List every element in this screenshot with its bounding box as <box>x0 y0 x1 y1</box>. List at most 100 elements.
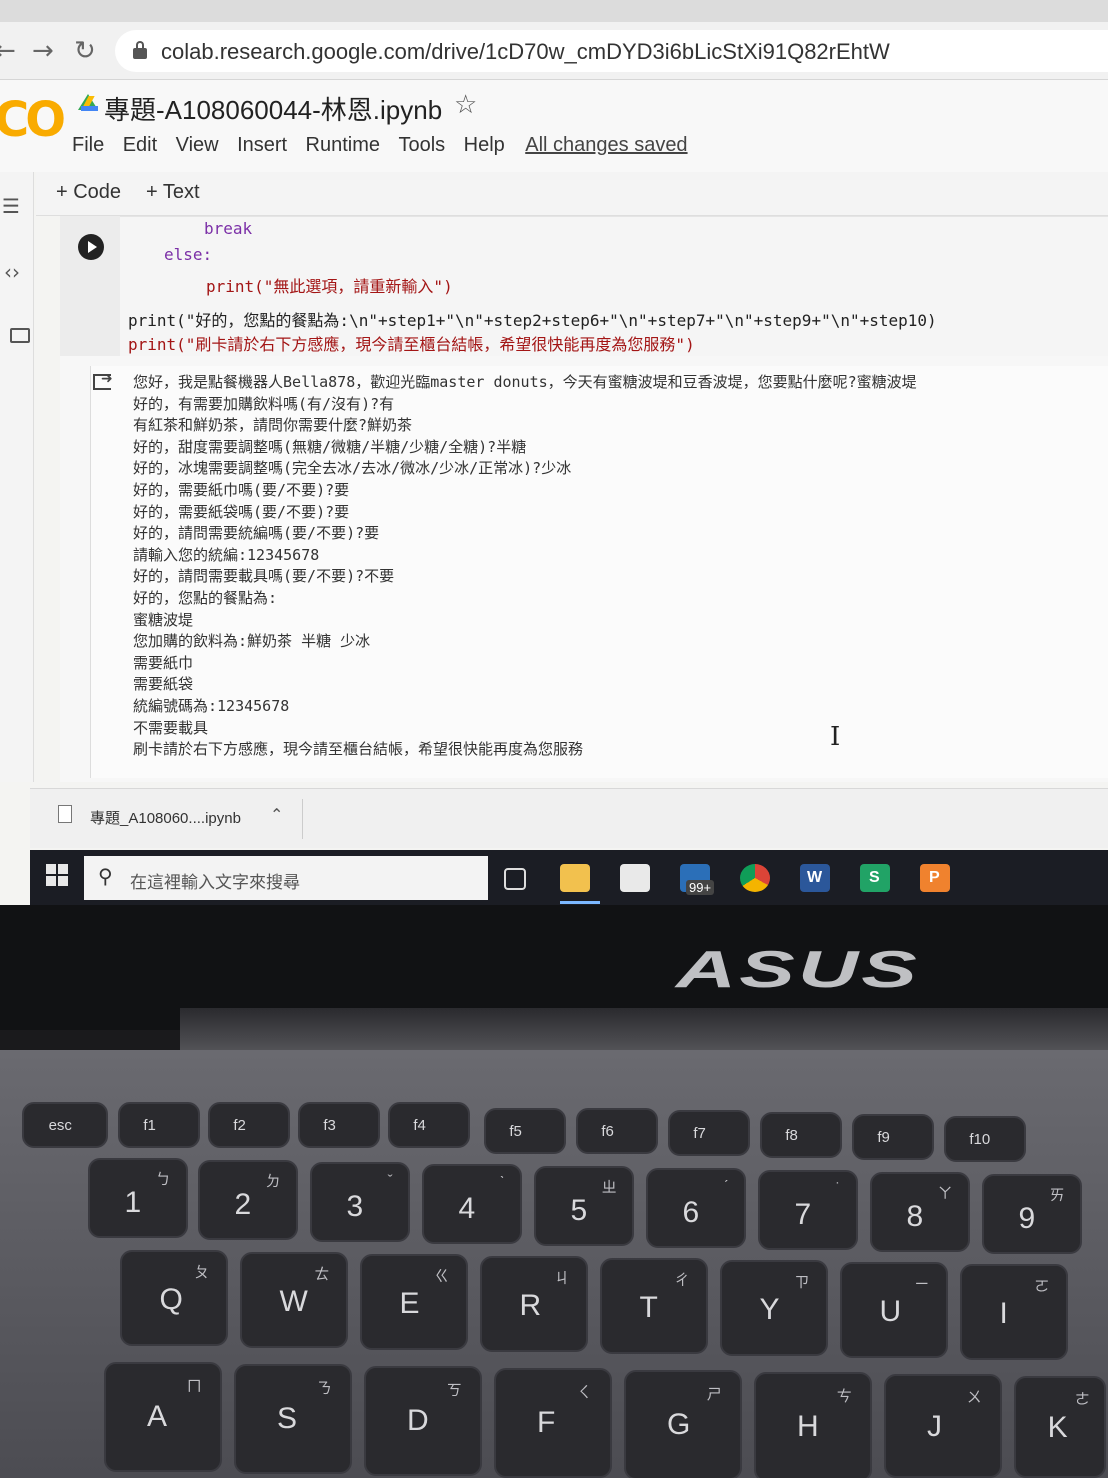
windows-start-icon[interactable] <box>46 864 68 886</box>
code-cell[interactable]: break else: print("無此選項，請重新輸入") print("好… <box>60 216 1108 782</box>
key-y[interactable]: Yㄗ <box>720 1260 828 1356</box>
output-line: 好的，甜度需要調整嗎(無糖/微糖/半糖/少糖/全糖)?半糖 <box>133 437 527 456</box>
key-f9[interactable]: f9 <box>852 1114 934 1160</box>
menu-help[interactable]: Help <box>464 134 505 157</box>
task-view-icon[interactable] <box>504 868 526 890</box>
store-icon[interactable] <box>620 864 650 892</box>
taskbar-search-box[interactable]: ⚲ 在這裡輸入文字來搜尋 <box>84 856 488 900</box>
files-folder-icon[interactable] <box>10 328 30 343</box>
forward-arrow-icon[interactable]: → <box>32 36 54 66</box>
output-line: 好的，您點的餐點為: <box>133 588 278 607</box>
output-line: 有紅茶和鮮奶茶，請問你需要什麼?鮮奶茶 <box>133 416 413 435</box>
cell-output: 您好，我是點餐機器人Bella878，歡迎光臨master donuts，今天有… <box>90 366 1108 778</box>
key-i[interactable]: Iㄛ <box>960 1264 1068 1360</box>
menu-runtime[interactable]: Runtime <box>306 134 380 157</box>
key-f2[interactable]: f2 <box>208 1102 290 1148</box>
add-text-button[interactable]: + Text <box>146 181 200 204</box>
save-status[interactable]: All changes saved <box>525 134 687 156</box>
left-sidebar: ☰ ‹› <box>0 172 34 782</box>
key-q[interactable]: Qㄆ <box>120 1250 228 1346</box>
key-f5[interactable]: f5 <box>484 1108 566 1154</box>
output-line: 好的，有需要加購飲料嗎(有/沒有)?有 <box>133 394 395 413</box>
file-explorer-icon[interactable] <box>560 864 590 892</box>
menu-file[interactable]: File <box>72 134 104 157</box>
windows-taskbar: ⚲ 在這裡輸入文字來搜尋 99+ W S P <box>30 850 1108 905</box>
key-8[interactable]: 8ㄚ <box>870 1172 970 1252</box>
output-line: 統編號碼為:12345678 <box>133 696 290 715</box>
key-k[interactable]: Kㄜ <box>1014 1376 1106 1478</box>
output-clear-icon[interactable] <box>93 371 113 390</box>
key-w[interactable]: Wㄊ <box>240 1252 348 1348</box>
key-t[interactable]: Tㄔ <box>600 1258 708 1354</box>
key-f8[interactable]: f8 <box>760 1112 842 1158</box>
output-line: 需要紙巾 <box>133 653 194 672</box>
menu-view[interactable]: View <box>176 134 219 157</box>
key-f7[interactable]: f7 <box>668 1110 750 1156</box>
key-s[interactable]: Sㄋ <box>234 1364 352 1474</box>
key-a[interactable]: Aㄇ <box>104 1362 222 1472</box>
key-6[interactable]: 6ˊ <box>646 1168 746 1248</box>
key-esc[interactable]: esc <box>22 1102 108 1148</box>
asus-logo: ASUS <box>676 941 920 999</box>
key-e[interactable]: Eㄍ <box>360 1254 468 1350</box>
word-icon[interactable]: W <box>800 864 830 892</box>
code-line: else: <box>164 245 213 264</box>
output-line: 您好，我是點餐機器人Bella878，歡迎光臨master donuts，今天有… <box>133 373 917 391</box>
menu-bar: File Edit View Insert Runtime Tools Help… <box>72 134 688 162</box>
key-j[interactable]: Jㄨ <box>884 1374 1002 1478</box>
key-f4[interactable]: f4 <box>388 1102 470 1148</box>
key-4[interactable]: 4ˋ <box>422 1164 522 1244</box>
code-snippets-icon[interactable]: ‹› <box>4 260 20 284</box>
key-3[interactable]: 3ˇ <box>310 1162 410 1242</box>
search-placeholder: 在這裡輸入文字來搜尋 <box>130 873 300 892</box>
address-bar[interactable]: colab.research.google.com/drive/1cD70w_c… <box>115 30 1108 72</box>
key-d[interactable]: Dㄎ <box>364 1366 482 1476</box>
key-2[interactable]: 2ㄉ <box>198 1160 298 1240</box>
output-line: 好的，需要紙袋嗎(要/不要)?要 <box>133 502 350 521</box>
powerpoint-icon[interactable]: P <box>920 864 950 892</box>
run-cell-button[interactable] <box>78 234 104 260</box>
menu-edit[interactable]: Edit <box>123 134 157 157</box>
table-of-contents-icon[interactable]: ☰ <box>2 194 20 218</box>
key-f10[interactable]: f10 <box>944 1116 1026 1162</box>
key-f[interactable]: Fㄑ <box>494 1368 612 1478</box>
chrome-icon[interactable] <box>740 864 770 892</box>
output-line: 好的，請問需要統編嗎(要/不要)?要 <box>133 524 380 543</box>
reload-icon[interactable]: ↻ <box>74 36 96 66</box>
key-f3[interactable]: f3 <box>298 1102 380 1148</box>
key-9[interactable]: 9ㄞ <box>982 1174 1082 1254</box>
key-7[interactable]: 7 ˙ <box>758 1170 858 1250</box>
lock-icon <box>133 41 147 59</box>
output-text: 您好，我是點餐機器人Bella878，歡迎光臨master donuts，今天有… <box>133 372 1103 761</box>
browser-tab-strip[interactable] <box>0 0 1108 22</box>
code-editor[interactable]: break else: print("無此選項，請重新輸入") print("好… <box>120 216 1108 356</box>
output-line: 刷卡請於右下方感應，現今請至櫃台結帳，希望很快能再度為您服務 <box>133 740 584 759</box>
key-h[interactable]: Hㄘ <box>754 1372 872 1478</box>
chevron-up-icon[interactable]: ⌃ <box>270 805 283 824</box>
url-text[interactable]: colab.research.google.com/drive/1cD70w_c… <box>161 39 890 65</box>
output-line: 您加購的飲料為:鮮奶茶 半糖 少冰 <box>133 632 371 651</box>
divider <box>302 799 303 839</box>
key-f1[interactable]: f1 <box>118 1102 200 1148</box>
output-line: 請輸入您的統編:12345678 <box>133 545 320 564</box>
star-icon[interactable]: ☆ <box>454 90 477 120</box>
notebook-title[interactable]: 專題-A108060044-林恩.ipynb <box>104 90 442 127</box>
code-line: print("刷卡請於右下方感應，現今請至櫃台結帳，希望很快能再度為您服務") <box>128 335 695 354</box>
output-line: 好的，需要紙巾嗎(要/不要)?要 <box>133 480 350 499</box>
menu-insert[interactable]: Insert <box>237 134 287 157</box>
code-line: break <box>204 219 253 238</box>
key-1[interactable]: 1ㄅ <box>88 1158 188 1238</box>
key-f6[interactable]: f6 <box>576 1108 658 1154</box>
menu-tools[interactable]: Tools <box>398 134 445 157</box>
cell-gutter <box>60 216 120 356</box>
key-u[interactable]: Uㄧ <box>840 1262 948 1358</box>
key-g[interactable]: Gㄕ <box>624 1370 742 1478</box>
back-arrow-icon[interactable]: ← <box>0 36 16 66</box>
colab-header: CO 專題-A108060044-林恩.ipynb ☆ File Edit Vi… <box>0 80 1108 172</box>
sheets-icon[interactable]: S <box>860 864 890 892</box>
key-5[interactable]: 5ㄓ <box>534 1166 634 1246</box>
colab-logo[interactable]: CO <box>0 92 66 148</box>
key-r[interactable]: Rㄐ <box>480 1256 588 1352</box>
add-code-button[interactable]: + Code <box>56 181 121 204</box>
download-file-name[interactable]: 專題_A108060....ipynb <box>90 807 241 828</box>
